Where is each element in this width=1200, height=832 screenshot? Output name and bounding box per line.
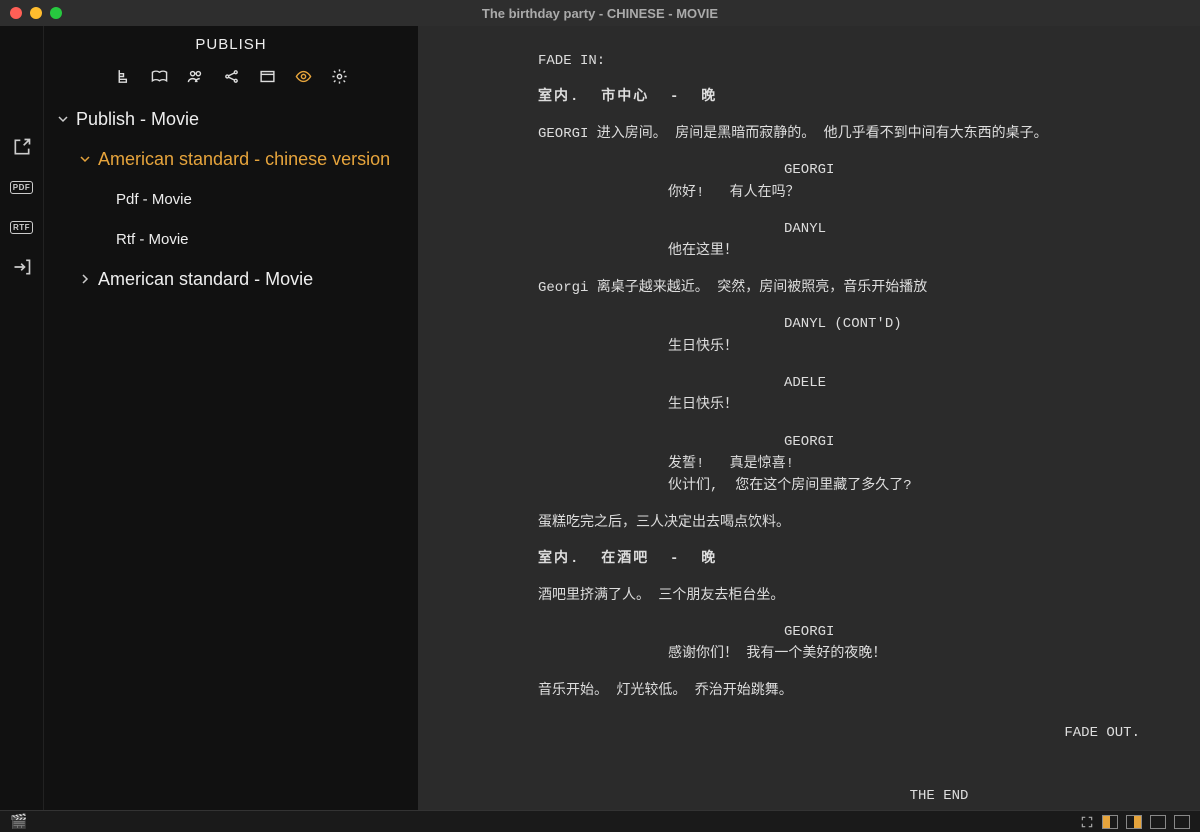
book-icon[interactable] — [150, 67, 168, 85]
layout-split-button[interactable] — [1174, 815, 1190, 829]
status-bar: 🎬 — [0, 810, 1200, 832]
script-line: GEORGI 进入房间。 房间是黑暗而寂静的。 他几乎看不到中间有大东西的桌子。 — [538, 123, 1140, 145]
script-line: 他在这里！ — [668, 240, 1048, 262]
fullscreen-icon[interactable] — [1080, 815, 1094, 829]
script-line: 蛋糕吃完之后，三人决定出去喝点饮料。 — [538, 512, 1140, 534]
tree-item-label: American standard - Movie — [98, 269, 313, 290]
script-line: ADELE — [784, 372, 1140, 394]
script-line: 生日快乐！ — [668, 336, 1048, 358]
close-window-button[interactable] — [10, 7, 22, 19]
tree-item-pdf[interactable]: Pdf - Movie — [44, 179, 418, 219]
script-line: 生日快乐！ — [668, 394, 1048, 416]
script-line: FADE IN: — [538, 50, 1140, 72]
publish-tree: Publish - Movie American standard - chin… — [44, 99, 418, 299]
gear-icon[interactable] — [330, 67, 348, 85]
script-line: GEORGI — [784, 621, 1140, 643]
sidebar-toolbar — [44, 67, 418, 85]
people-icon[interactable] — [186, 67, 204, 85]
script-preview[interactable]: FADE IN: 室内. 市中心 - 晚 GEORGI 进入房间。 房间是黑暗而寂静… — [418, 26, 1200, 810]
export-icon[interactable] — [11, 136, 33, 158]
panel-icon[interactable] — [258, 67, 276, 85]
script-line: THE END — [738, 785, 1140, 807]
eye-icon[interactable] — [294, 67, 312, 85]
layout-right-button[interactable] — [1126, 815, 1142, 829]
share-icon[interactable] — [222, 67, 240, 85]
clapperboard-icon[interactable]: 🎬 — [10, 813, 27, 830]
tree-root[interactable]: Publish - Movie — [44, 99, 418, 139]
script-line: 音乐开始。 灯光较低。 乔治开始跳舞。 — [538, 680, 1140, 702]
script-line: 室内. 在酒吧 - 晚 — [538, 548, 1140, 570]
tree-root-label: Publish - Movie — [76, 109, 199, 130]
sidebar-title: PUBLISH — [44, 36, 418, 53]
script-line: DANYL — [784, 218, 1140, 240]
script-line: Georgi 离桌子越来越近。 突然，房间被照亮，音乐开始播放 — [538, 277, 1140, 299]
import-icon[interactable] — [11, 256, 33, 278]
tree-item-american-movie[interactable]: American standard - Movie — [44, 259, 418, 299]
tree-item-label: Rtf - Movie — [116, 231, 189, 248]
minimize-window-button[interactable] — [30, 7, 42, 19]
tree-item-rtf[interactable]: Rtf - Movie — [44, 219, 418, 259]
tree-item-chinese-version[interactable]: American standard - chinese version — [44, 139, 418, 179]
rtf-badge-icon[interactable]: RTF — [11, 216, 33, 238]
pdf-badge-icon[interactable]: PDF — [11, 176, 33, 198]
layout-single-button[interactable] — [1150, 815, 1166, 829]
script-line: DANYL (CONT'D) — [784, 313, 1140, 335]
script-line: FADE OUT. — [538, 722, 1140, 744]
tree-item-label: Pdf - Movie — [116, 191, 192, 208]
layout-left-button[interactable] — [1102, 815, 1118, 829]
script-line: GEORGI — [784, 159, 1140, 181]
window-controls — [10, 7, 62, 19]
left-rail: PDF RTF — [0, 26, 44, 810]
script-line: 感谢你们！ 我有一个美好的夜晚！ — [668, 643, 1048, 665]
window-title: The birthday party - CHINESE - MOVIE — [0, 6, 1200, 21]
title-bar: The birthday party - CHINESE - MOVIE — [0, 0, 1200, 26]
tree-icon[interactable] — [114, 67, 132, 85]
script-line: 你好! 有人在吗？ — [668, 182, 1048, 204]
sidebar: PUBLISH Publish - Movie American standar… — [44, 26, 418, 810]
zoom-window-button[interactable] — [50, 7, 62, 19]
tree-item-label: American standard - chinese version — [98, 149, 390, 170]
script-line: 酒吧里挤满了人。 三个朋友去柜台坐。 — [538, 585, 1140, 607]
script-line: GEORGI — [784, 431, 1140, 453]
script-line: 室内. 市中心 - 晚 — [538, 86, 1140, 108]
script-line: 发誓! 真是惊喜! 伙计们, 您在这个房间里藏了多久了? — [668, 453, 1048, 498]
